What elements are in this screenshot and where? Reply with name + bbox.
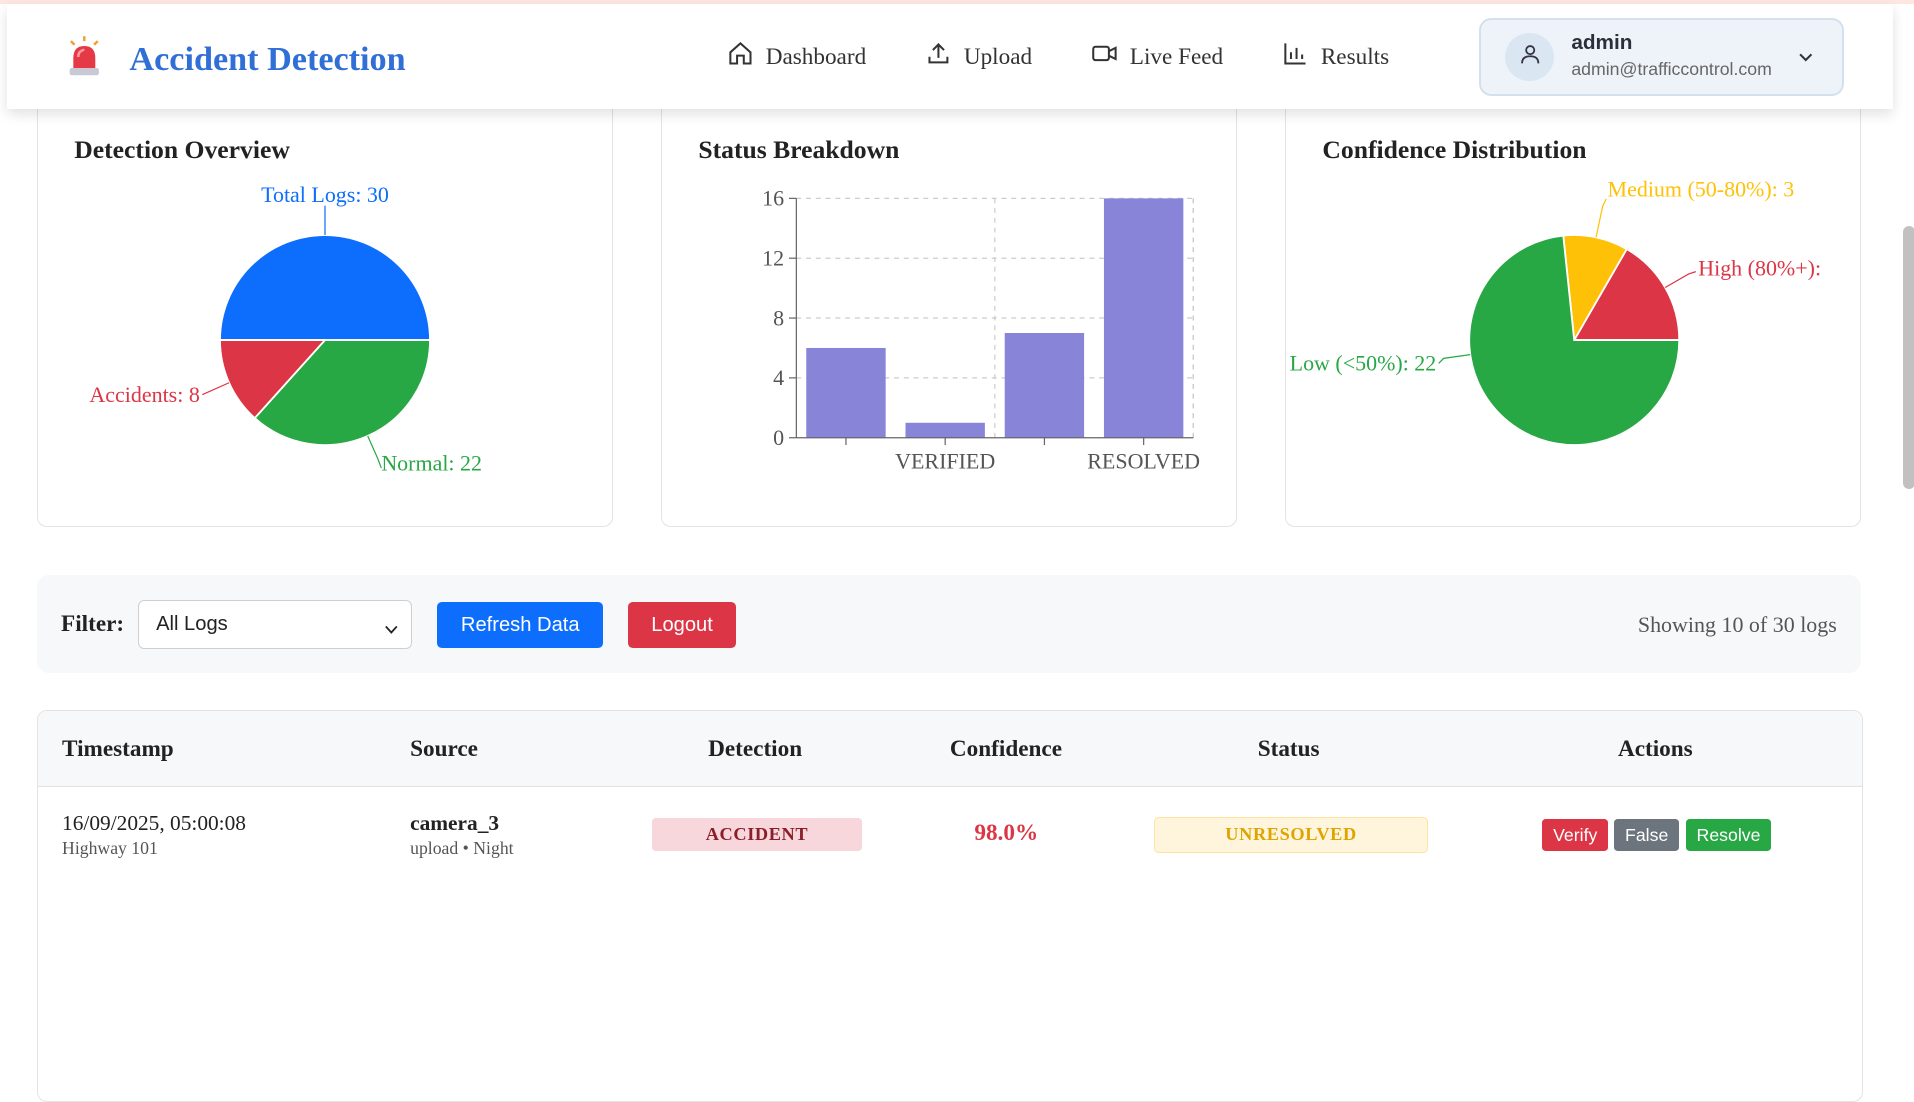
nav-results-label: Results — [1320, 43, 1390, 70]
x-tick-label: RESOLVED — [1087, 449, 1200, 474]
header-detection: Detection — [708, 736, 803, 763]
bar — [905, 423, 985, 439]
brand[interactable]: Accident Detection — [66, 35, 406, 85]
nav-upload-label: Upload — [963, 43, 1033, 70]
status-breakdown-bar-chart: 0 4 8 12 16 VERIFIED RESOLVED — [762, 186, 1200, 474]
page: Accident Detection Dashboard Upload Live… — [0, 0, 1914, 1102]
confidence-distribution-card: Confidence Distribution High (80%+): Medi… — [1284, 85, 1861, 528]
leader-line — [366, 436, 382, 469]
logout-button[interactable]: Logout — [627, 602, 737, 649]
false-button[interactable]: False — [1614, 819, 1680, 851]
chevron-down-icon — [384, 619, 399, 642]
user-name: admin — [1571, 31, 1633, 55]
status-breakdown-card: Status Breakdown 0 4 8 12 16 VERIFIED RESOLVED — [660, 85, 1237, 528]
header-actions: Actions — [1617, 736, 1693, 763]
nav-live-feed-label: Live Feed — [1129, 43, 1224, 70]
detection-badge: ACCIDENT — [651, 818, 862, 851]
refresh-data-button[interactable]: Refresh Data — [437, 602, 604, 649]
page-scrollbar[interactable] — [1902, 225, 1914, 489]
avatar — [1505, 32, 1555, 82]
leader-line — [1438, 354, 1471, 365]
main-nav: Dashboard Upload Live Feed Results — [727, 40, 1448, 74]
filter-select[interactable]: All Logs — [137, 599, 413, 650]
detection-overview-card: Detection Overview Total Logs: 30 Normal:… — [36, 85, 613, 528]
header-timestamp: Timestamp — [62, 736, 174, 763]
filter-bar: Filter: All Logs Refresh Data Logout Sho… — [36, 575, 1862, 673]
leader-line — [1664, 271, 1696, 289]
pie-label-normal: Normal: 22 — [381, 451, 482, 476]
nav-dashboard-label: Dashboard — [765, 43, 867, 70]
y-tick-label: 12 — [762, 246, 784, 271]
bar — [1103, 198, 1184, 439]
nav-live-feed[interactable]: Live Feed — [1091, 40, 1223, 74]
filter-label: Filter: — [61, 610, 125, 637]
chevron-down-icon — [1796, 47, 1816, 73]
y-tick-label: 4 — [773, 366, 784, 391]
user-menu[interactable]: admin admin@trafficcontrol.com — [1478, 18, 1845, 96]
nav-upload[interactable]: Upload — [925, 40, 1032, 74]
logs-table: Timestamp Source Detection Confidence St… — [36, 709, 1864, 1102]
pie-label-high: High (80%+): — [1698, 256, 1821, 281]
row-source: camera_3 — [410, 810, 500, 835]
leader-line — [1595, 199, 1607, 238]
nav-results[interactable]: Results — [1282, 40, 1389, 74]
confidence-distribution-pie: High (80%+): Medium (50-80%): 3 Low (<50%)… — [1289, 177, 1821, 447]
filter-select-value: All Logs — [156, 612, 228, 635]
bar-chart-icon — [1282, 40, 1321, 74]
verify-button[interactable]: Verify — [1542, 819, 1609, 851]
row-location: Highway 101 — [62, 837, 158, 858]
row-confidence: 98.0% — [974, 820, 1039, 847]
y-tick-label: 8 — [773, 306, 784, 331]
user-email: admin@trafficcontrol.com — [1571, 59, 1772, 80]
header-status: Status — [1257, 736, 1320, 763]
brand-title: Accident Detection — [129, 41, 406, 79]
bar — [805, 348, 886, 439]
leader-line — [201, 382, 229, 396]
row-source-meta: upload • Night — [410, 837, 514, 858]
header-source: Source — [410, 736, 478, 763]
nav-dashboard[interactable]: Dashboard — [727, 40, 867, 74]
y-tick-label: 16 — [762, 186, 784, 211]
pie-label-total: Total Logs: 30 — [261, 183, 389, 208]
detection-overview-pie: Total Logs: 30 Normal: 22 Accidents: 8 — [89, 183, 482, 476]
row-timestamp: 16/09/2025, 05:00:08 — [62, 810, 246, 835]
pie-label-medium: Medium (50-80%): 3 — [1607, 177, 1794, 202]
x-tick-label: VERIFIED — [895, 449, 995, 474]
alarm-siren-icon — [66, 35, 103, 85]
pie-slice-total — [218, 234, 431, 342]
bar — [1004, 333, 1084, 439]
status-badge: UNRESOLVED — [1153, 816, 1429, 853]
home-icon — [727, 40, 766, 74]
user-icon — [1518, 42, 1542, 72]
resolve-button[interactable]: Resolve — [1686, 819, 1771, 851]
header-confidence: Confidence — [949, 736, 1062, 763]
navbar: Accident Detection Dashboard Upload Live… — [7, 3, 1893, 109]
pie-label-accidents: Accidents: 8 — [89, 382, 199, 407]
showing-count: Showing 10 of 30 logs — [1637, 611, 1837, 637]
upload-icon — [925, 40, 964, 74]
table-header: Timestamp Source Detection Confidence St… — [37, 710, 1863, 788]
video-icon — [1091, 40, 1130, 74]
pie-label-low: Low (<50%): 22 — [1289, 351, 1436, 376]
y-tick-label: 0 — [773, 426, 784, 451]
